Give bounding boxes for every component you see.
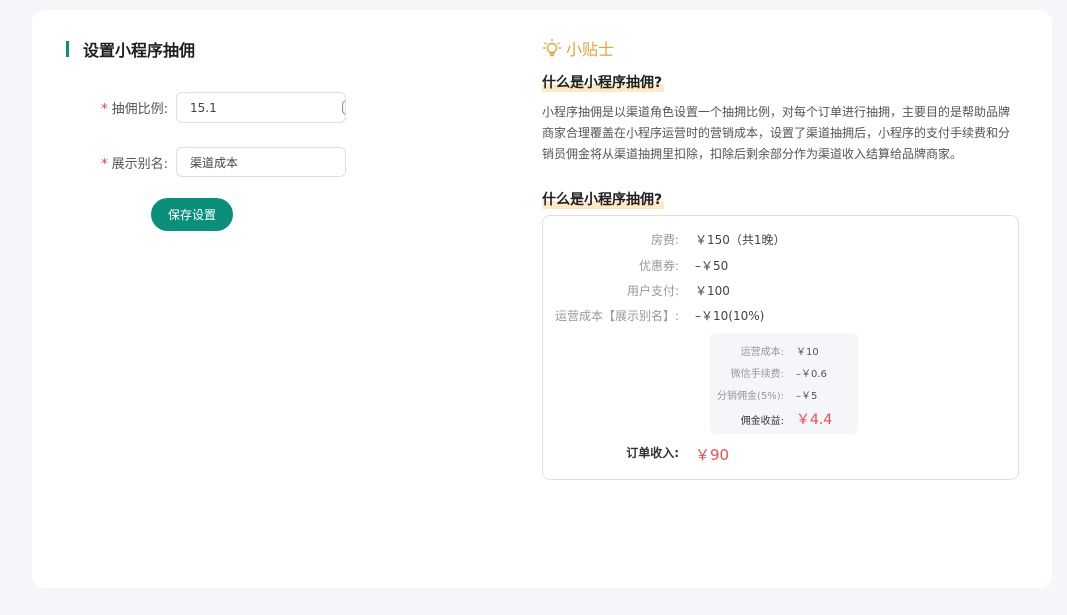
breakdown-value: –￥5 bbox=[796, 391, 818, 402]
breakdown-row: 佣金收益: ￥4.4 bbox=[710, 409, 833, 429]
tips-title: 小贴士 bbox=[566, 40, 615, 59]
page-title-text: 设置小程序抽佣 bbox=[83, 41, 196, 60]
commission-income-value: ￥4.4 bbox=[796, 412, 833, 428]
lightbulb-icon bbox=[542, 38, 562, 57]
example-row-value: –￥50 bbox=[695, 259, 729, 273]
example-row: 用户支付: ￥100 bbox=[543, 282, 730, 299]
tips-description: 小程序抽佣是以渠道角色设置一个抽拥比例，对每个订单进行抽拥，主要目的是帮助品牌商… bbox=[542, 105, 1011, 161]
example-row: 优惠券: –￥50 bbox=[543, 257, 728, 274]
alias-input[interactable] bbox=[176, 147, 346, 177]
required-mark: * bbox=[101, 156, 108, 172]
commission-breakdown: 运营成本: ￥10 微信手续费: –￥0.6 分销佣金(5%): –￥5 佣金收… bbox=[710, 333, 858, 434]
save-button[interactable]: 保存设置 bbox=[151, 198, 233, 231]
breakdown-value: ￥10 bbox=[796, 347, 819, 358]
question-heading-2: 什么是小程序抽佣? bbox=[542, 189, 665, 209]
breakdown-label: 分销佣金(5%): bbox=[716, 391, 784, 402]
alias-label: * 展示别名: bbox=[101, 156, 168, 172]
breakdown-row: 微信手续费: –￥0.6 bbox=[710, 365, 827, 380]
example-row-value: ￥100 bbox=[695, 284, 730, 298]
rate-label: * 抽佣比例: bbox=[101, 102, 168, 117]
breakdown-row: 运营成本: ￥10 bbox=[710, 343, 819, 358]
example-row-value: –￥10(10%) bbox=[695, 309, 765, 323]
example-box: 房费: ￥150（共1晚） 优惠券: –￥50 用户支付: ￥100 运营成本【… bbox=[542, 215, 1019, 480]
example-row: 房费: ￥150（共1晚） bbox=[543, 231, 786, 248]
breakdown-label: 运营成本: bbox=[740, 347, 784, 358]
page-title: 设置小程序抽佣 bbox=[66, 37, 195, 61]
question-heading-1: 什么是小程序抽佣? bbox=[542, 72, 665, 92]
rate-input[interactable] bbox=[177, 93, 342, 122]
example-row-label: 优惠券: bbox=[638, 259, 679, 273]
breakdown-value: –￥0.6 bbox=[796, 369, 827, 380]
order-income-label: 订单收入: bbox=[626, 446, 679, 460]
tips-header: 小贴士 bbox=[542, 36, 614, 60]
example-row-label: 运营成本【展示别名】: bbox=[554, 309, 679, 323]
order-income-row: 订单收入: ￥90 bbox=[543, 444, 729, 465]
breakdown-row: 分销佣金(5%): –￥5 bbox=[710, 387, 817, 402]
breakdown-label: 佣金收益: bbox=[740, 415, 784, 427]
stepper-arrows-icon[interactable]: ▲▼ bbox=[342, 100, 345, 115]
order-income-value: ￥90 bbox=[695, 446, 730, 464]
example-row-label: 用户支付: bbox=[626, 284, 679, 298]
title-accent-bar bbox=[66, 41, 69, 57]
rate-row: *抽佣比例: ▲▼ % bbox=[66, 92, 346, 123]
example-row-value: ￥150（共1晚） bbox=[695, 233, 786, 247]
example-row-label: 房费: bbox=[650, 233, 679, 247]
example-row: 运营成本【展示别名】: –￥10(10%) bbox=[543, 307, 764, 324]
settings-card: 设置小程序抽佣 *抽佣比例: ▲▼ % *展示别名: 保存设置 bbox=[32, 10, 1052, 588]
rate-input-group: ▲▼ % bbox=[176, 92, 346, 123]
alias-row: * 展示别名: bbox=[66, 147, 346, 177]
required-mark: * bbox=[101, 102, 108, 117]
rate-stepper[interactable]: ▲▼ bbox=[342, 93, 345, 122]
breakdown-label: 微信手续费: bbox=[730, 369, 784, 380]
